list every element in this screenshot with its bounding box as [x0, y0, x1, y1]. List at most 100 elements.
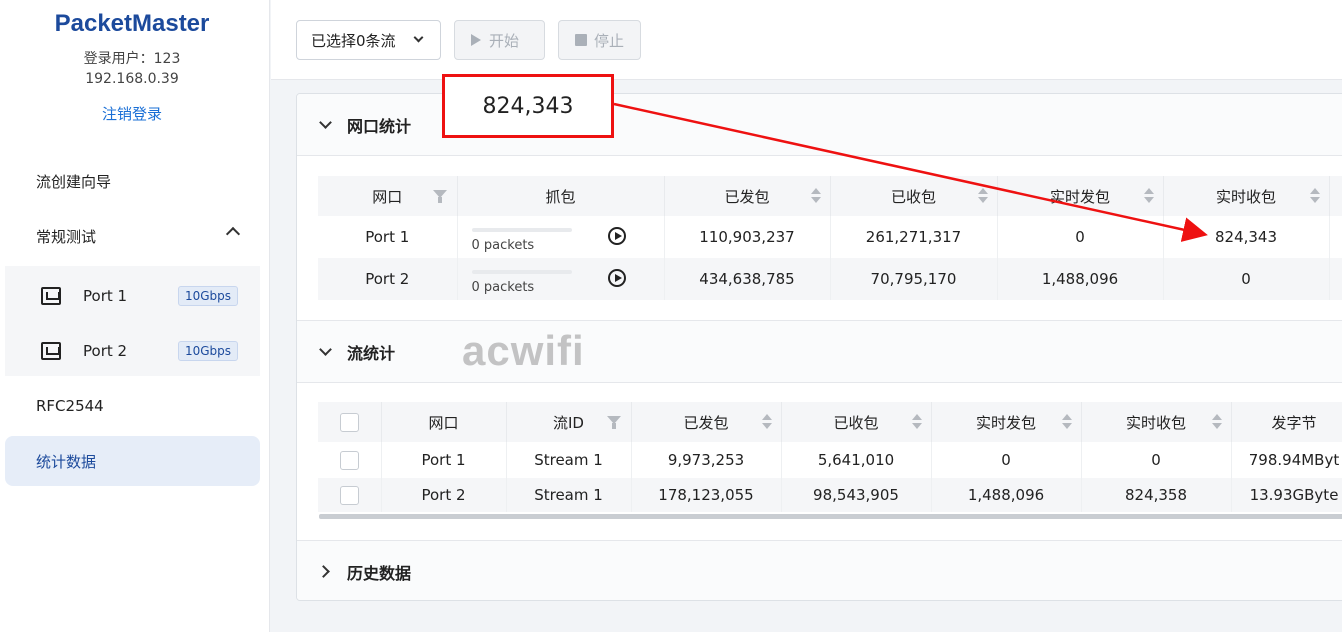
flow-select-dropdown[interactable]: 已选择0条流 [296, 20, 441, 60]
sort-icon[interactable] [911, 414, 922, 430]
play-icon [471, 34, 481, 46]
flow-stats-header[interactable]: 流统计 [297, 321, 1342, 383]
cell-tx: 434,638,785 [664, 258, 831, 300]
brand-logo: PacketMaster [54, 10, 210, 37]
nav-label: 常规测试 [36, 227, 97, 246]
header-label: 实时发包 [1049, 187, 1110, 206]
nav-label: 流创建向导 [36, 172, 112, 191]
cell-rx: 261,271,317 [830, 216, 998, 258]
column-header-rx[interactable]: 已收包 [830, 176, 998, 216]
capture-progress-bar [471, 228, 572, 232]
cell-tx: 9,973,253 [631, 442, 782, 478]
column-header-rt-rx[interactable]: 实时收包 [1163, 176, 1330, 216]
cell-port: Port 2 [318, 258, 458, 300]
chevron-down-icon [319, 343, 332, 356]
select-all-checkbox[interactable] [339, 412, 359, 432]
cell-bytes: 798.94MByt [1231, 442, 1342, 478]
capture-count: 0 packets [471, 280, 535, 295]
sort-icon[interactable] [1061, 414, 1072, 430]
port-label: Port 1 [83, 287, 128, 305]
column-header-stream[interactable]: 流ID [506, 402, 632, 442]
logout-link[interactable]: 注销登录 [0, 103, 264, 124]
header-label: 网口 [372, 187, 403, 206]
header-label: 实时发包 [975, 413, 1036, 432]
history-header[interactable]: 历史数据 [297, 541, 1342, 600]
cell-port: Port 1 [381, 442, 507, 478]
column-header-tx[interactable]: 已发包 [664, 176, 831, 216]
row-checkbox[interactable] [339, 485, 359, 505]
sidebar-item-port-1[interactable]: Port 1 10Gbps [5, 271, 260, 321]
sidebar: PacketMaster 登录用户：123 192.168.0.39 注销登录 … [0, 0, 270, 632]
nav-flow-wizard[interactable]: 流创建向导 [5, 156, 260, 206]
watermark: acwifi [462, 327, 585, 374]
column-header-rt-rx[interactable]: 实时收包 [1081, 402, 1232, 442]
ethernet-port-icon [41, 342, 61, 360]
speed-badge: 10Gbps [177, 341, 238, 361]
column-header-port: 网口 [381, 402, 507, 442]
cell-tx: 110,903,237 [664, 216, 831, 258]
cell-select [318, 478, 382, 512]
column-header-rx[interactable]: 已收包 [781, 402, 932, 442]
nav-rfc2544[interactable]: RFC2544 [5, 381, 260, 431]
cell-port: Port 1 [318, 216, 458, 258]
logged-in-user: 登录用户：123 [83, 51, 181, 67]
port-label: Port 2 [83, 342, 128, 360]
sidebar-item-port-2[interactable]: Port 2 10Gbps [5, 326, 260, 376]
cell-rx: 70,795,170 [830, 258, 998, 300]
chevron-down-icon [413, 32, 424, 43]
column-header-rt-tx[interactable]: 实时发包 [931, 402, 1082, 442]
header-label: 已收包 [833, 413, 879, 432]
column-header-port[interactable]: 网口 [318, 176, 458, 216]
start-button[interactable]: 开始 [454, 20, 545, 60]
header-label: 实时收包 [1125, 413, 1186, 432]
horizontal-scrollbar[interactable] [319, 514, 1342, 519]
sort-icon[interactable] [1309, 188, 1320, 204]
flow-stats-table: 网口 流ID 已发包 已收包 实时发包 实时收包 发字节 Port 1 Stre… [318, 402, 1342, 512]
header-label: 流ID [553, 413, 584, 432]
sort-icon[interactable] [1211, 414, 1222, 430]
cell-rt-tx: 0 [997, 216, 1164, 258]
sort-icon[interactable] [1143, 188, 1154, 204]
header-label: 抓包 [545, 187, 576, 206]
cell-rt-tx: 1,488,096 [997, 258, 1164, 300]
header-label: 已发包 [724, 187, 770, 206]
cell-select [318, 442, 382, 478]
port-stats-table: 网口 抓包 已发包 已收包 实时发包 实时收包 Port 1 0 packets… [318, 176, 1342, 300]
nav-label: RFC2544 [36, 397, 104, 415]
cell-stream: Stream 1 [506, 478, 632, 512]
column-header-rt-tx[interactable]: 实时发包 [997, 176, 1164, 216]
table-row: Port 1 0 packets 110,903,237 261,271,317… [318, 216, 1342, 258]
cell-bytes: 13.93GByte [1231, 478, 1342, 512]
column-header-tx[interactable]: 已发包 [631, 402, 782, 442]
cell-rt-rx: 0 [1081, 442, 1232, 478]
sort-icon[interactable] [977, 188, 988, 204]
start-label: 开始 [489, 31, 520, 50]
nav-regular-test[interactable]: 常规测试 [5, 211, 260, 261]
filter-icon[interactable] [606, 416, 621, 429]
ethernet-port-icon [41, 287, 61, 305]
header-label: 已收包 [890, 187, 936, 206]
nav-statistics[interactable]: 统计数据 [5, 436, 260, 486]
play-circle-icon[interactable] [607, 269, 626, 287]
play-circle-icon[interactable] [607, 227, 626, 245]
device-ip: 192.168.0.39 [85, 71, 179, 87]
cell-rt-rx: 824,358 [1081, 478, 1232, 512]
annotation-value: 824,343 [482, 93, 574, 119]
cell-capture: 0 packets [457, 216, 665, 258]
cell-capture: 0 packets [457, 258, 665, 300]
table-row: Port 1 Stream 1 9,973,253 5,641,010 0 0 … [318, 442, 1342, 478]
chevron-right-icon [317, 565, 330, 578]
sort-icon[interactable] [810, 188, 821, 204]
header-label: 实时收包 [1215, 187, 1276, 206]
stop-label: 停止 [594, 31, 625, 50]
cell-stream: Stream 1 [506, 442, 632, 478]
cell-more [1329, 258, 1342, 300]
filter-icon[interactable] [432, 190, 447, 203]
column-header-capture: 抓包 [457, 176, 665, 216]
sort-icon[interactable] [761, 414, 772, 430]
chevron-down-icon [319, 116, 332, 129]
cell-rt-tx: 1,488,096 [931, 478, 1082, 512]
header-label: 已发包 [683, 413, 729, 432]
row-checkbox[interactable] [339, 450, 359, 470]
stop-button[interactable]: 停止 [558, 20, 641, 60]
